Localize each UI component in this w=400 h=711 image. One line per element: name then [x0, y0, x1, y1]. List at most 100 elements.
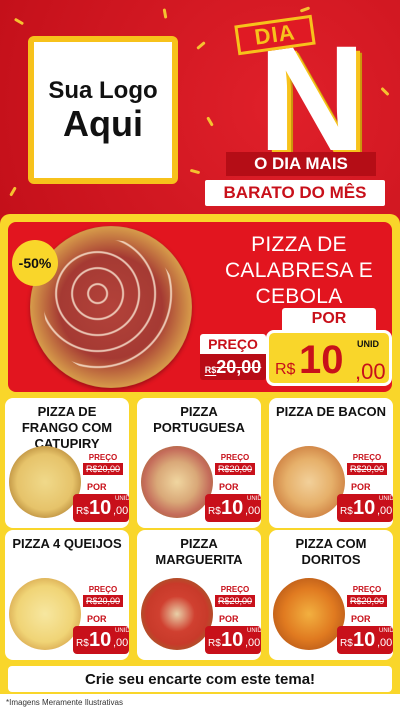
unit-label: UNID	[115, 628, 129, 634]
old-price: R$20,00	[347, 463, 387, 475]
old-price-box: PREÇO R$20,00	[347, 584, 387, 607]
pizza-image	[9, 578, 81, 650]
por-label: POR	[219, 614, 239, 624]
cta-button[interactable]: Crie seu encarte com este tema!	[8, 666, 392, 692]
currency: R$	[275, 361, 296, 378]
logo-text-line2: Aqui	[63, 103, 143, 145]
por-label: POR	[351, 614, 371, 624]
product-card-marguerita[interactable]: PIZZA MARGUERITA PREÇO R$20,00 POR UNID R$ 10,…	[137, 530, 261, 660]
price-integer: 10	[353, 629, 376, 651]
old-price: R$20,00	[200, 354, 266, 380]
currency: R$	[208, 638, 221, 649]
product-title: PIZZA DE BACON	[275, 404, 387, 419]
confetti	[196, 41, 206, 50]
logo-placeholder: Sua Logo Aqui	[28, 36, 178, 184]
price-decimal: ,00	[245, 505, 261, 517]
price-integer: 10	[89, 497, 112, 519]
price-decimal: ,00	[377, 637, 393, 649]
old-price-box: PREÇO R$20,00	[347, 452, 387, 475]
pizza-image	[273, 446, 345, 518]
preco-label: PREÇO	[200, 334, 266, 354]
confetti	[162, 8, 168, 19]
por-label: POR	[351, 482, 371, 492]
old-price-box: PREÇO R$20,00	[215, 584, 255, 607]
product-title: PIZZA MARGUERITA	[155, 536, 243, 567]
unit-label: UNID	[379, 628, 393, 634]
preco-label: PREÇO	[83, 584, 123, 595]
old-price: R$20,00	[215, 595, 255, 607]
product-card-bacon[interactable]: PIZZA DE BACON PREÇO R$20,00 POR UNID R$ 10,00	[269, 398, 393, 528]
product-title: PIZZA COM DORITOS	[295, 536, 367, 567]
product-card-doritos[interactable]: PIZZA COM DORITOS PREÇO R$20,00 POR UNID R$ 10…	[269, 530, 393, 660]
price-decimal: ,00	[377, 505, 393, 517]
currency: R$	[76, 638, 89, 649]
product-price: UNID R$ 10,00	[337, 626, 393, 654]
price-integer: 10	[221, 629, 244, 651]
price-integer: 10	[299, 338, 344, 382]
preco-label: PREÇO	[347, 584, 387, 595]
pizza-image	[141, 446, 213, 518]
pizza-image	[273, 578, 345, 650]
pizza-image	[141, 578, 213, 650]
preco-label: PREÇO	[215, 452, 255, 463]
por-label: POR	[219, 482, 239, 492]
product-card-portuguesa[interactable]: PIZZA PORTUGUESA PREÇO R$20,00 POR UNID R$ 10,…	[137, 398, 261, 528]
logo-text-line1: Sua Logo	[48, 77, 158, 105]
currency: R$	[340, 506, 353, 517]
currency: R$	[76, 506, 89, 517]
old-price-box: PREÇO R$20,00	[83, 452, 123, 475]
preco-label: PREÇO	[215, 584, 255, 595]
price-integer: 10	[353, 497, 376, 519]
preco-label: PREÇO	[83, 452, 123, 463]
product-price: UNID R$ 10,00	[73, 626, 129, 654]
slogan-line2: BARATO DO MÊS	[205, 180, 385, 206]
old-price: R$20,00	[347, 595, 387, 607]
price-decimal: ,00	[355, 359, 386, 384]
currency: R$	[340, 638, 353, 649]
confetti	[206, 116, 214, 127]
featured-title: PIZZA DE CALABRESA E CEBOLA	[224, 233, 374, 308]
product-price: UNID R$ 10,00	[205, 494, 261, 522]
unit-label: UNID	[357, 339, 379, 349]
unit-label: UNID	[247, 628, 261, 634]
price-decimal: ,00	[245, 637, 261, 649]
confetti	[380, 86, 390, 97]
currency: R$	[208, 506, 221, 517]
confetti	[189, 168, 201, 175]
por-label: POR	[87, 482, 107, 492]
old-price: R$20,00	[215, 463, 255, 475]
product-price: UNID R$ 10,00	[73, 494, 129, 522]
unit-label: UNID	[115, 496, 129, 502]
pizza-image	[9, 446, 81, 518]
confetti	[299, 6, 311, 13]
confetti	[9, 186, 17, 197]
price-integer: 10	[89, 629, 112, 651]
old-price-box: PREÇO R$20,00	[200, 334, 266, 382]
product-price: UNID R$ 10,00	[205, 626, 261, 654]
old-price-value: 20,00	[216, 357, 262, 377]
por-label: POR	[282, 308, 376, 330]
featured-price: UNID R$ 10 ,00	[266, 330, 392, 386]
unit-label: UNID	[247, 496, 261, 502]
cta-bar: Crie seu encarte com este tema!	[0, 664, 400, 694]
flyer: Sua Logo Aqui N DIA O DIA MAIS BARATO DO…	[0, 0, 400, 711]
product-price: UNID R$ 10,00	[337, 494, 393, 522]
price-decimal: ,00	[113, 505, 129, 517]
product-title: PIZZA DE FRANGO COM CATUPIRY	[21, 404, 113, 451]
por-label: POR	[87, 614, 107, 624]
confetti	[13, 17, 25, 26]
product-card-frango-catupiry[interactable]: PIZZA DE FRANGO COM CATUPIRY PREÇO R$20,00…	[5, 398, 129, 528]
product-title: PIZZA PORTUGUESA	[153, 404, 245, 435]
old-price: R$20,00	[83, 463, 123, 475]
old-price-box: PREÇO R$20,00	[83, 584, 123, 607]
old-price-box: PREÇO R$20,00	[215, 452, 255, 475]
old-price-currency: R$	[204, 365, 217, 375]
unit-label: UNID	[379, 496, 393, 502]
old-price: R$20,00	[83, 595, 123, 607]
discount-badge: -50%	[12, 240, 58, 286]
price-decimal: ,00	[113, 637, 129, 649]
disclaimer: *Imagens Meramente Ilustrativas	[0, 694, 400, 711]
price-integer: 10	[221, 497, 244, 519]
product-card-quatro-queijos[interactable]: PIZZA 4 QUEIJOS PREÇO R$20,00 POR UNID R$ 10,0…	[5, 530, 129, 660]
product-title: PIZZA 4 QUEIJOS	[12, 536, 122, 551]
